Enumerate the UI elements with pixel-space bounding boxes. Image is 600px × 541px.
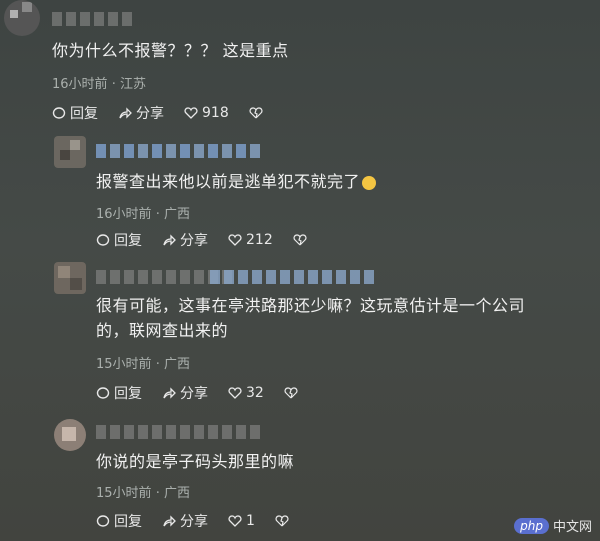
share-button[interactable]: 分享: [118, 103, 164, 123]
username-blurred[interactable]: [52, 12, 132, 26]
dislike-button[interactable]: [249, 106, 263, 120]
avatar[interactable]: [54, 262, 86, 294]
comment-text-content: 报警查出来他以前是逃单犯不就完了: [96, 172, 361, 191]
dislike-button[interactable]: [284, 386, 298, 400]
like-button[interactable]: 32: [228, 385, 264, 401]
reply-icon: [52, 106, 66, 120]
emoji-icon: [362, 175, 377, 190]
comment-meta: 15小时前 · 广西: [96, 357, 190, 372]
comment-item: 报警查出来他以前是逃单犯不就完了 16小时前 · 广西 回复 分享 212: [0, 136, 600, 256]
watermark-logo: php: [514, 517, 549, 534]
comment-text: 很有可能，这事在亭洪路那还少嘛？这玩意估计是一个公司 的，联网查出来的: [96, 293, 525, 343]
reply-icon: [96, 514, 110, 528]
reply-icon: [96, 386, 110, 400]
share-icon: [162, 386, 176, 400]
avatar[interactable]: [4, 0, 40, 36]
watermark-text: 中文网: [552, 520, 592, 535]
comment-actions: 回复 分享 32: [96, 383, 298, 403]
broken-heart-icon: [275, 514, 289, 528]
comment-text-line: 很有可能，这事在亭洪路那还少嘛？这玩意估计是一个公司: [96, 296, 526, 315]
share-button[interactable]: 分享: [162, 230, 208, 250]
broken-heart-icon: [249, 106, 263, 120]
share-icon: [118, 106, 132, 120]
heart-icon: [228, 386, 242, 400]
username-blurred-secondary: [210, 270, 374, 284]
share-icon: [162, 233, 176, 247]
comment-item: 你说的是亭子码头那里的嘛 15小时前 · 广西 回复 分享 1: [0, 415, 600, 535]
avatar[interactable]: [54, 136, 86, 168]
reply-button[interactable]: 回复: [96, 230, 142, 250]
dislike-button[interactable]: [293, 233, 307, 247]
username-blurred[interactable]: [96, 144, 260, 158]
reply-icon: [96, 233, 110, 247]
comment-meta: 15小时前 · 广西: [96, 486, 190, 501]
reply-button[interactable]: 回复: [52, 103, 98, 123]
comment-meta: 16小时前 · 广西: [96, 207, 190, 222]
heart-icon: [228, 514, 242, 528]
broken-heart-icon: [284, 386, 298, 400]
comment-item: 你为什么不报警？？？ 这是重点 16小时前 · 江苏 回复 分享 918: [0, 0, 600, 125]
share-icon: [162, 514, 176, 528]
comment-item: 很有可能，这事在亭洪路那还少嘛？这玩意估计是一个公司 的，联网查出来的 15小时…: [0, 262, 600, 407]
share-button[interactable]: 分享: [162, 511, 208, 531]
broken-heart-icon: [293, 233, 307, 247]
comment-text: 你说的是亭子码头那里的嘛: [96, 452, 295, 471]
comment-actions: 回复 分享 212: [96, 230, 307, 250]
like-button[interactable]: 918: [184, 105, 229, 121]
share-button[interactable]: 分享: [162, 383, 208, 403]
comment-text-line: 的，联网查出来的: [96, 321, 229, 340]
comment-actions: 回复 分享 1: [96, 511, 289, 531]
comment-actions: 回复 分享 918: [52, 103, 263, 123]
heart-icon: [184, 106, 198, 120]
reply-button[interactable]: 回复: [96, 511, 142, 531]
watermark: php 中文网: [514, 516, 592, 535]
username-blurred[interactable]: [96, 425, 260, 439]
heart-icon: [228, 233, 242, 247]
like-button[interactable]: 1: [228, 513, 255, 529]
comment-text: 报警查出来他以前是逃单犯不就完了: [96, 169, 377, 194]
reply-button[interactable]: 回复: [96, 383, 142, 403]
avatar[interactable]: [54, 419, 86, 451]
comment-meta: 16小时前 · 江苏: [52, 77, 146, 92]
dislike-button[interactable]: [275, 514, 289, 528]
like-button[interactable]: 212: [228, 232, 273, 248]
comment-text: 你为什么不报警？？？ 这是重点: [52, 41, 289, 60]
